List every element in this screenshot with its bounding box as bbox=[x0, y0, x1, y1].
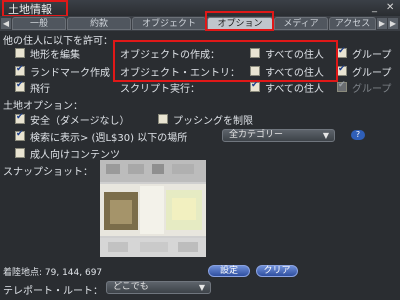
land-options-heading: 土地オプション： bbox=[3, 101, 83, 112]
search-category-dropdown[interactable]: 全カテゴリー ▼ bbox=[222, 129, 335, 142]
teleport-routing-dropdown[interactable]: どこでも ▼ bbox=[106, 281, 211, 294]
fly-checkbox[interactable] bbox=[15, 80, 25, 92]
run-scripts-group-label: グループ bbox=[352, 84, 392, 95]
fly-label: 飛行 bbox=[30, 84, 50, 95]
help-icon[interactable]: ? bbox=[351, 130, 365, 140]
close-button[interactable]: ✕ bbox=[386, 2, 394, 13]
landing-point-label: 着陸地点: 79, 144, 697 bbox=[3, 268, 103, 278]
tab-covenant[interactable]: 約款 bbox=[67, 17, 131, 30]
set-landing-button[interactable]: 設定 bbox=[208, 265, 250, 277]
title-highlight-box bbox=[2, 0, 68, 17]
permissions-heading: 他の住人に以下を許可： bbox=[3, 36, 113, 47]
about-land-window: 土地情報 _ ✕ ◀ 一般 約款 オブジェクト オプション メディア アクセス … bbox=[0, 0, 400, 300]
show-in-search-checkbox[interactable] bbox=[15, 129, 25, 141]
safe-checkbox[interactable] bbox=[15, 112, 25, 124]
restrict-pushing-label: プッシングを制限 bbox=[173, 116, 253, 127]
snapshot-label: スナップショット： bbox=[3, 167, 93, 178]
run-scripts-everyone-checkbox[interactable] bbox=[250, 80, 260, 92]
show-in-search-label: 検索に表示> (週L$30) 以下の場所 bbox=[30, 133, 188, 144]
tab-bar: ◀ 一般 約款 オブジェクト オプション メディア アクセス ▶ ▶ bbox=[0, 16, 400, 31]
object-create-group-checkbox[interactable] bbox=[337, 46, 347, 58]
restrict-pushing-checkbox[interactable] bbox=[158, 114, 168, 124]
minimize-button[interactable]: _ bbox=[372, 2, 377, 13]
snapshot-thumbnail-icon bbox=[100, 160, 206, 257]
chevron-down-icon: ▼ bbox=[198, 283, 205, 292]
mature-content-label: 成人向けコンテンツ bbox=[30, 150, 120, 161]
object-entry-group-label: グループ bbox=[352, 68, 392, 79]
tab-general[interactable]: 一般 bbox=[12, 17, 66, 30]
clear-landing-button[interactable]: クリア bbox=[256, 265, 298, 277]
tab-objects[interactable]: オブジェクト bbox=[132, 17, 206, 30]
tab-scroll-left-icon[interactable]: ◀ bbox=[1, 18, 11, 29]
options-tab-highlight-box bbox=[205, 11, 274, 31]
edit-terrain-checkbox[interactable] bbox=[15, 48, 25, 58]
search-category-value: 全カテゴリー bbox=[229, 130, 284, 140]
title-bar[interactable]: 土地情報 _ ✕ bbox=[0, 0, 400, 17]
run-scripts-label: スクリプト実行： bbox=[120, 84, 200, 95]
mature-content-checkbox[interactable] bbox=[15, 148, 25, 158]
snapshot-image[interactable] bbox=[100, 160, 206, 257]
tab-scroll-right-icon-2[interactable]: ▶ bbox=[388, 18, 398, 29]
tab-scroll-right-icon[interactable]: ▶ bbox=[377, 18, 387, 29]
object-permissions-highlight-box bbox=[113, 40, 338, 82]
object-entry-group-checkbox[interactable] bbox=[337, 64, 347, 76]
tab-media[interactable]: メディア bbox=[274, 17, 328, 30]
run-scripts-group-checkbox bbox=[337, 80, 347, 92]
object-create-group-label: グループ bbox=[352, 50, 392, 61]
run-scripts-everyone-label: すべての住人 bbox=[265, 84, 324, 95]
create-landmark-checkbox[interactable] bbox=[15, 64, 25, 76]
create-landmark-label: ランドマーク作成 bbox=[30, 68, 110, 79]
tab-access[interactable]: アクセス bbox=[329, 17, 376, 30]
safe-label: 安全（ダメージなし） bbox=[30, 116, 130, 127]
teleport-routing-value: どこでも bbox=[113, 282, 149, 292]
edit-terrain-label: 地形を編集 bbox=[30, 50, 80, 61]
chevron-down-icon: ▼ bbox=[322, 131, 329, 140]
teleport-routing-label: テレポート・ルート： bbox=[3, 286, 103, 297]
